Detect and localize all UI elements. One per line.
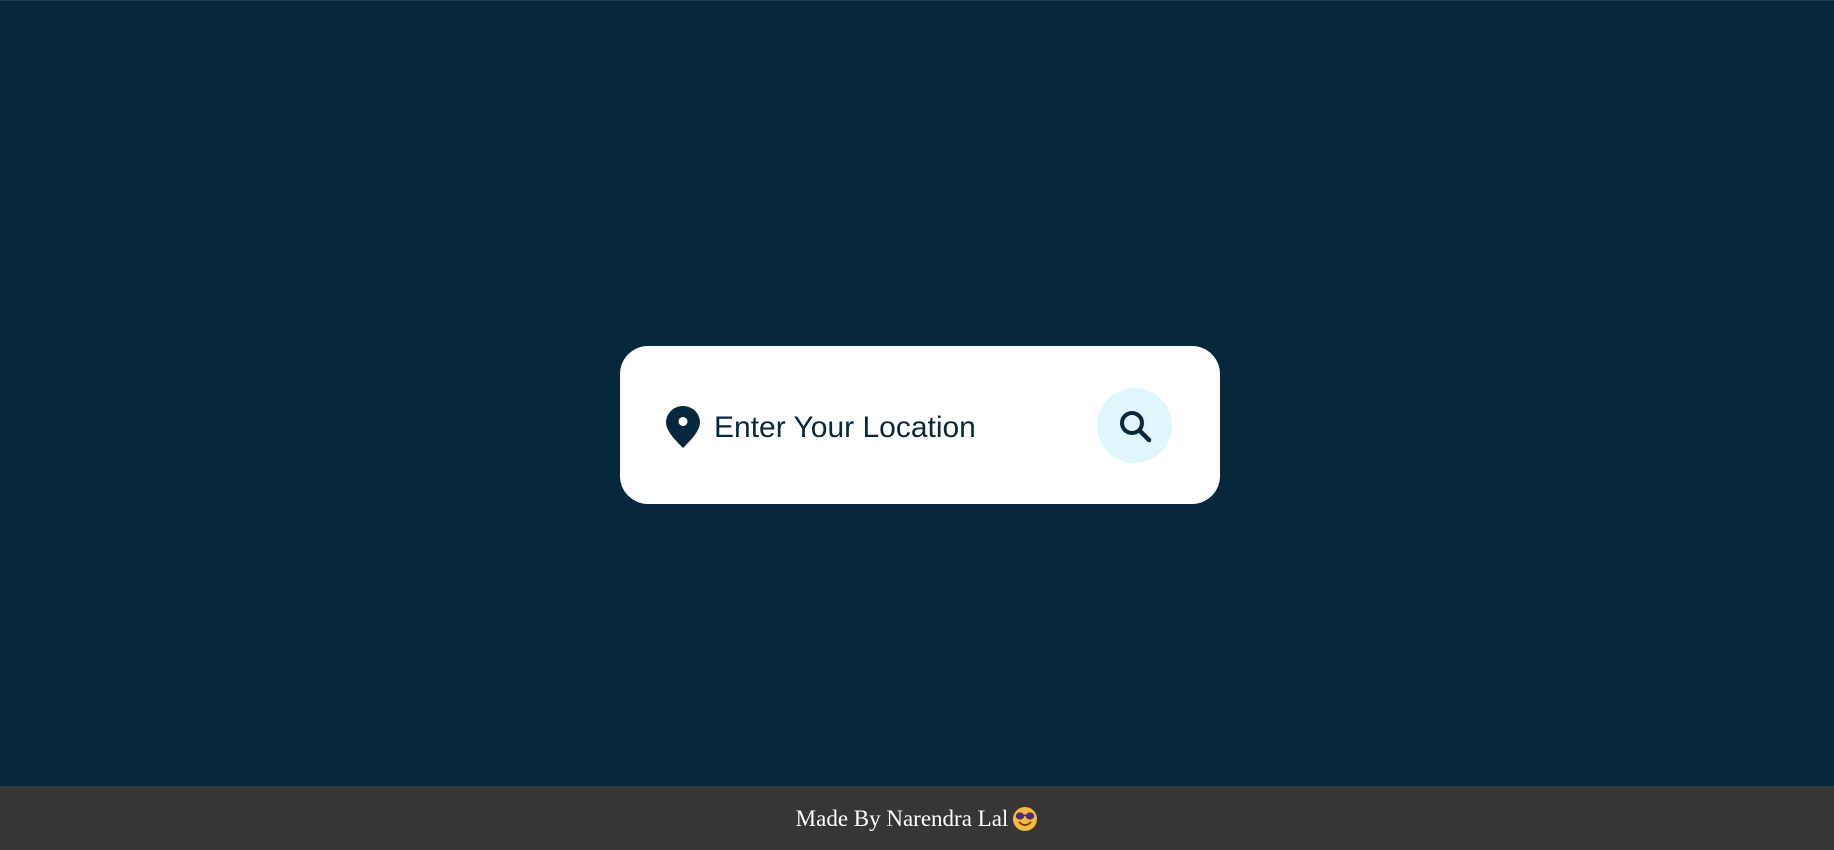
smiling-face-with-sunglasses-icon: [1013, 806, 1038, 831]
footer: Made By Narendra Lal: [0, 786, 1834, 850]
search-button[interactable]: [1097, 388, 1172, 463]
weather-app-page: Made By Narendra Lal: [0, 0, 1834, 850]
search-icon: [1119, 410, 1151, 442]
footer-credit: Made By Narendra Lal: [796, 806, 1039, 832]
location-pin-icon: [666, 406, 700, 448]
footer-credit-text: Made By Narendra Lal: [795, 805, 1009, 831]
location-search-input[interactable]: [714, 403, 1064, 453]
